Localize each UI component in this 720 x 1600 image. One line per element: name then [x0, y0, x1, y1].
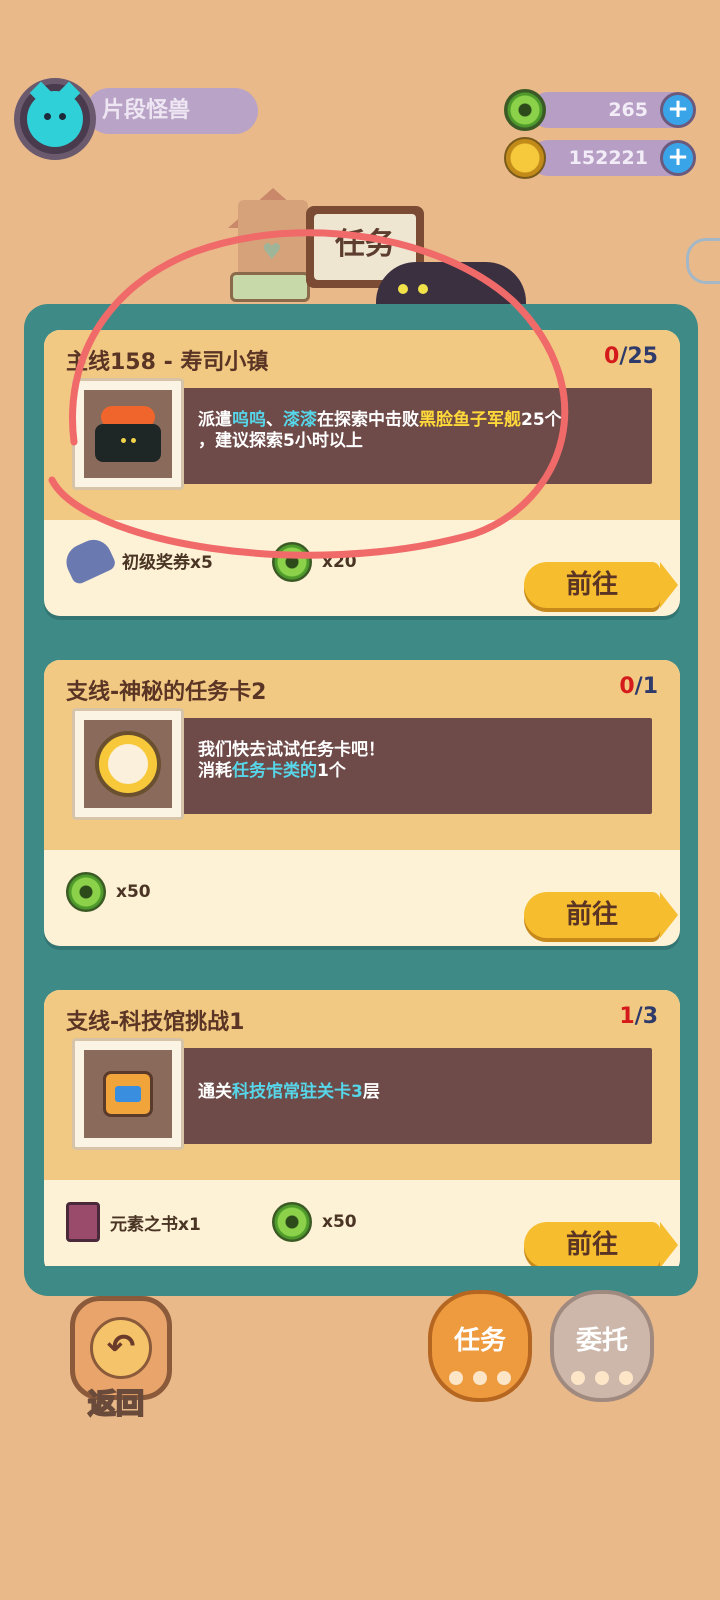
- task-icon-frame: [72, 708, 184, 820]
- task-card: 支线-科技馆挑战1 1/3 通关科技馆常驻关卡3层 元素之书x1 x50 前往: [44, 990, 680, 1266]
- task-description: 通关科技馆常驻关卡3层: [198, 1082, 380, 1102]
- add-gold-coin-button[interactable]: +: [660, 140, 696, 176]
- robot-icon: [103, 1071, 153, 1117]
- task-progress: 1/3: [619, 1004, 658, 1029]
- tab-commission[interactable]: 委托: [550, 1290, 654, 1402]
- task-description: 我们快去试试任务卡吧！ 消耗任务卡类的1个: [198, 740, 385, 781]
- books-decoration: [230, 272, 310, 302]
- green-donut-coin-icon: [272, 542, 312, 582]
- task-title: 支线-科技馆挑战1: [66, 1010, 245, 1035]
- task-description: 派遣呜呜、漆漆在探索中击败黑脸鱼子军舰25个 ，建议探索5小时以上: [198, 410, 562, 451]
- reward-label: x50: [116, 882, 151, 902]
- reward-item: x50: [272, 1202, 357, 1242]
- reward-label: 元素之书x1: [110, 1214, 201, 1235]
- go-button[interactable]: 前往: [524, 1222, 678, 1266]
- reward-item: 元素之书x1: [66, 1202, 201, 1242]
- add-green-coin-button[interactable]: +: [660, 92, 696, 128]
- cat-eye: [398, 284, 408, 294]
- green-donut-coin-icon: [66, 872, 106, 912]
- tab-commission-label: 委托: [575, 1326, 628, 1356]
- tab-tasks-label: 任务: [453, 1326, 506, 1356]
- task-title: 主线158 - 寿司小镇: [66, 350, 269, 375]
- task-icon-frame: [72, 378, 184, 490]
- paw-ticket-icon: [60, 533, 118, 587]
- reward-label: x20: [322, 552, 357, 572]
- task-icon-frame: [72, 1038, 184, 1150]
- reward-label: 初级奖券x5: [122, 552, 213, 573]
- green-donut-coin-icon: [272, 1202, 312, 1242]
- paw-icon: [554, 1371, 650, 1385]
- gold-planet-coin-icon: [504, 137, 546, 179]
- cat-avatar-icon: [27, 81, 83, 147]
- task-card: 主线158 - 寿司小镇 0/25 派遣呜呜、漆漆在探索中击败黑脸鱼子军舰25个…: [44, 330, 680, 616]
- tab-tasks[interactable]: 任务: [428, 1290, 532, 1402]
- side-hanger-icon[interactable]: [686, 238, 720, 284]
- go-button[interactable]: 前往: [524, 892, 678, 938]
- sushi-icon: [95, 406, 161, 462]
- element-book-icon: [66, 1202, 100, 1242]
- task-list[interactable]: 主线158 - 寿司小镇 0/25 派遣呜呜、漆漆在探索中击败黑脸鱼子军舰25个…: [44, 330, 680, 1266]
- reward-item: 初级奖券x5: [60, 533, 213, 587]
- go-button[interactable]: 前往: [524, 562, 678, 608]
- task-progress: 0/25: [604, 344, 658, 369]
- paw-icon: [432, 1371, 528, 1385]
- task-title: 支线-神秘的任务卡2: [66, 680, 267, 705]
- player-name[interactable]: 片段怪兽: [86, 88, 258, 134]
- reward-item: x20: [272, 542, 357, 582]
- green-donut-coin-icon: [504, 89, 546, 131]
- back-label: 返回: [87, 1386, 145, 1421]
- reward-label: x50: [322, 1212, 357, 1232]
- task-progress: 0/1: [619, 674, 658, 699]
- player-avatar[interactable]: [14, 78, 96, 160]
- reward-item: x50: [66, 872, 151, 912]
- back-arrow-icon: ↶: [90, 1317, 152, 1379]
- heart-icon: ♥: [262, 240, 282, 265]
- clock-card-icon: [95, 731, 161, 797]
- task-card: 支线-神秘的任务卡2 0/1 我们快去试试任务卡吧！ 消耗任务卡类的1个 x50 …: [44, 660, 680, 946]
- cat-eye: [418, 284, 428, 294]
